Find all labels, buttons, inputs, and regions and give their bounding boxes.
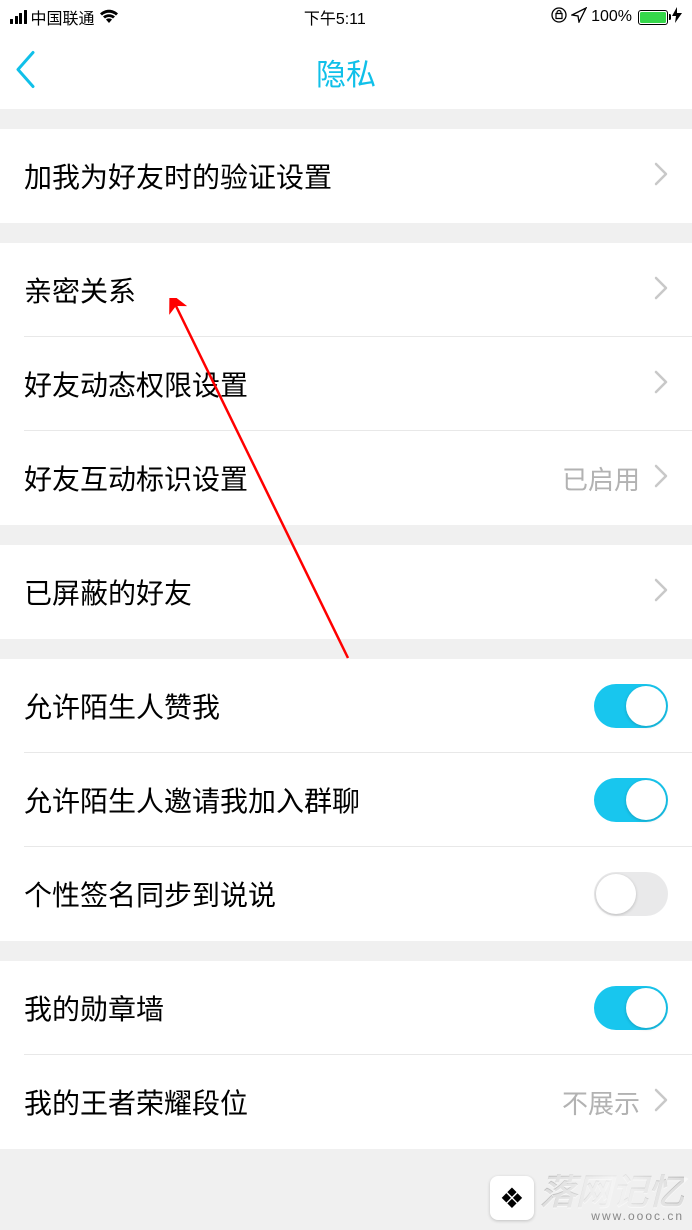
item-label: 好友动态权限设置 [24,364,248,404]
toggle-knob [626,988,666,1028]
item-label: 亲密关系 [24,270,136,310]
status-right: 100% [551,7,682,28]
list-item[interactable]: 已屏蔽的好友 [0,545,692,639]
section-gap [0,223,692,243]
item-right [654,162,668,191]
section-gap [0,525,692,545]
toggle-knob [626,686,666,726]
chevron-right-icon [654,162,668,191]
status-time: 下午5:11 [304,5,366,29]
toggle-switch[interactable] [594,986,668,1030]
item-right [654,276,668,305]
item-right [594,778,668,822]
section-gap [0,639,692,659]
watermark-main: 落网记忆 [540,1174,684,1210]
toggle-switch[interactable] [594,684,668,728]
item-right [594,684,668,728]
toggle-switch[interactable] [594,872,668,916]
chevron-right-icon [654,464,668,493]
chevron-right-icon [654,370,668,399]
item-label: 个性签名同步到说说 [24,874,276,914]
back-button[interactable] [14,50,36,93]
charge-icon [672,7,682,28]
item-right [594,986,668,1030]
battery-percent: 100% [591,8,632,26]
wifi-icon [99,8,119,26]
item-right [654,370,668,399]
item-right [654,578,668,607]
toggle-knob [626,780,666,820]
item-value: 不展示 [562,1084,640,1121]
toggle-switch[interactable] [594,778,668,822]
list-item[interactable]: 好友互动标识设置 已启用 [0,431,692,525]
item-value: 已启用 [562,460,640,497]
item-label: 好友互动标识设置 [24,458,248,498]
item-label: 我的王者荣耀段位 [24,1082,248,1122]
item-label: 允许陌生人赞我 [24,686,220,726]
list-item[interactable]: 个性签名同步到说说 [0,847,692,941]
item-label: 已屏蔽的好友 [24,572,192,612]
watermark: ❖ 落网记忆 www.oooc.cn [490,1174,684,1222]
watermark-sub: www.oooc.cn [540,1210,684,1222]
item-right: 不展示 [562,1084,668,1121]
item-label: 加我为好友时的验证设置 [24,156,332,196]
section-gap [0,941,692,961]
list-item[interactable]: 允许陌生人赞我 [0,659,692,753]
list-item[interactable]: 我的王者荣耀段位 不展示 [0,1055,692,1149]
watermark-icon: ❖ [490,1176,534,1220]
item-right: 已启用 [562,460,668,497]
chevron-right-icon [654,1088,668,1117]
battery-icon [638,10,668,25]
item-label: 允许陌生人邀请我加入群聊 [24,780,360,820]
list-item[interactable]: 亲密关系 [0,243,692,337]
toggle-knob [596,874,636,914]
item-right [594,872,668,916]
location-icon [571,7,587,28]
list-item[interactable]: 加我为好友时的验证设置 [0,129,692,223]
carrier-label: 中国联通 [31,5,95,29]
list-item[interactable]: 我的勋章墙 [0,961,692,1055]
section-gap [0,109,692,129]
list-item[interactable]: 好友动态权限设置 [0,337,692,431]
page-title: 隐私 [316,50,376,94]
nav-bar: 隐私 [0,34,692,109]
status-left: 中国联通 [10,5,119,29]
chevron-right-icon [654,578,668,607]
signal-icon [10,10,27,24]
chevron-right-icon [654,276,668,305]
orientation-lock-icon [551,7,567,28]
list-item[interactable]: 允许陌生人邀请我加入群聊 [0,753,692,847]
item-label: 我的勋章墙 [24,988,164,1028]
status-bar: 中国联通 下午5:11 100% [0,0,692,34]
